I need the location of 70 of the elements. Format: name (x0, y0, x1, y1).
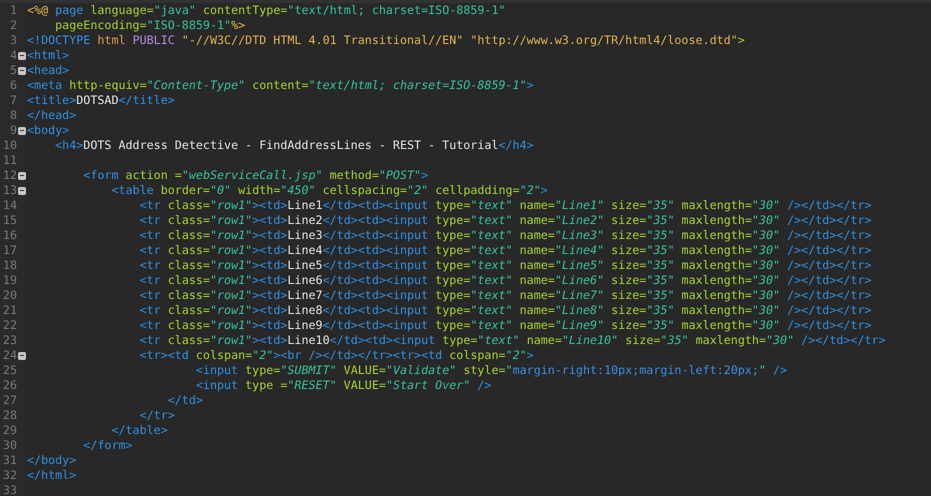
code-line: <form action ="webServiceCall.jsp" method="POST"> (82, 168, 428, 183)
code-line: </body> (27, 453, 76, 468)
line-number: 18 (2, 258, 17, 273)
line-number: 16 (2, 228, 17, 243)
line-number: 31 (2, 453, 17, 468)
line-number: 14 (2, 198, 17, 213)
fold-icon[interactable] (18, 352, 26, 360)
code-line: <input type ="RESET" VALUE="Start Over" /> (194, 378, 492, 393)
code-line: <tr class="row1"><td>Line2</td><td><input type="text" name="Line2" size="35" maxlength="30" /></td></tr> (138, 213, 872, 228)
line-number: 8 (8, 108, 17, 123)
line-number: 3 (8, 33, 17, 48)
line-number: 22 (2, 318, 17, 333)
line-number: 29 (2, 423, 17, 438)
line-number: 7 (8, 93, 17, 108)
line-number: 4 (8, 48, 17, 63)
code-line: </head> (27, 108, 76, 123)
line-number: 5 (8, 63, 17, 78)
line-number: 30 (2, 438, 17, 453)
code-line: </td> (166, 393, 203, 408)
code-line: </tr> (138, 408, 175, 423)
fold-icon[interactable] (18, 186, 26, 194)
code-line: <tr class="row1"><td>Line10</td><td><input type="text" name="Line10" size="35" maxlength="30" /></td></tr> (138, 333, 886, 348)
code-line: <body> (27, 123, 70, 138)
line-number: 9 (8, 123, 17, 138)
code-line: <tr class="row1"><td>Line6</td><td><input type="text" name="Line6" size="35" maxlength="30" /></td></tr> (138, 273, 872, 288)
code-line: <table border="0" width="450" cellspacing="2" cellpadding="2"> (110, 183, 548, 198)
code-line: <head> (27, 63, 70, 78)
line-number: 28 (2, 408, 17, 423)
code-line: <html> (27, 48, 70, 63)
line-number: 21 (2, 303, 17, 318)
code-line: <tr class="row1"><td>Line4</td><td><input type="text" name="Line4" size="35" maxlength="30" /></td></tr> (138, 243, 872, 258)
line-number: 11 (2, 153, 17, 168)
fold-icon[interactable] (18, 172, 26, 180)
code-line: pageEncoding="ISO-8859-1"%> (54, 18, 246, 33)
code-line: </html> (27, 468, 76, 483)
code-line: <input type="SUBMIT" VALUE="Validate" style="margin-right:10px;margin-left:20px;" /> (194, 363, 788, 378)
code-line: <title>DOTSAD</title> (27, 93, 175, 108)
code-line: <tr class="row1"><td>Line9</td><td><input type="text" name="Line9" size="35" maxlength="30" /></td></tr> (138, 318, 872, 333)
line-number: 19 (2, 273, 17, 288)
line-number: 13 (2, 183, 17, 198)
code-line: </table> (110, 423, 168, 438)
code-line: <meta http-equiv="Content-Type" content="text/html; charset=ISO-8859-1"> (27, 78, 534, 93)
line-number: 33 (2, 483, 17, 496)
fold-icon[interactable] (18, 126, 26, 134)
code-line: <tr><td colspan="2"><br /></td></tr><tr><td colspan="2"> (138, 348, 534, 363)
line-number: 12 (2, 168, 17, 183)
code-line: <tr class="row1"><td>Line5</td><td><input type="text" name="Line5" size="35" maxlength="30" /></td></tr> (138, 258, 872, 273)
line-number: 6 (8, 78, 17, 93)
code-line: <tr class="row1"><td>Line1</td><td><input type="text" name="Line1" size="35" maxlength="30" /></td></tr> (138, 198, 872, 213)
code-line: <tr class="row1"><td>Line3</td><td><input type="text" name="Line3" size="35" maxlength="30" /></td></tr> (138, 228, 872, 243)
line-number: 27 (2, 393, 17, 408)
line-number: 20 (2, 288, 17, 303)
fold-icon[interactable] (18, 66, 26, 74)
code-line: <!DOCTYPE html PUBLIC "-//W3C//DTD HTML 4.01 Transitional//EN" "http://www.w3.org/TR/html4/loose.dtd"> (27, 33, 745, 48)
code-line: <tr class="row1"><td>Line7</td><td><input type="text" name="Line7" size="35" maxlength="30" /></td></tr> (138, 288, 872, 303)
fold-icon[interactable] (18, 52, 26, 60)
line-number: 2 (8, 18, 17, 33)
code-line: </form> (82, 438, 133, 453)
line-number: 1 (8, 3, 17, 18)
line-number: 25 (2, 363, 17, 378)
line-number: 15 (2, 213, 17, 228)
code-line: <%@ page language="java" contentType="text/html; charset=ISO-8859-1" (27, 3, 506, 18)
line-number: 32 (2, 468, 17, 483)
line-number: 17 (2, 243, 17, 258)
line-number: 23 (2, 333, 17, 348)
code-line: <h4>DOTS Address Detective - FindAddressLines - REST - Tutorial</h4> (54, 138, 534, 153)
code-line: <tr class="row1"><td>Line8</td><td><input type="text" name="Line8" size="35" maxlength="30" /></td></tr> (138, 303, 872, 318)
line-number: 24 (2, 348, 17, 363)
line-number: 26 (2, 378, 17, 393)
line-number: 10 (2, 138, 17, 153)
